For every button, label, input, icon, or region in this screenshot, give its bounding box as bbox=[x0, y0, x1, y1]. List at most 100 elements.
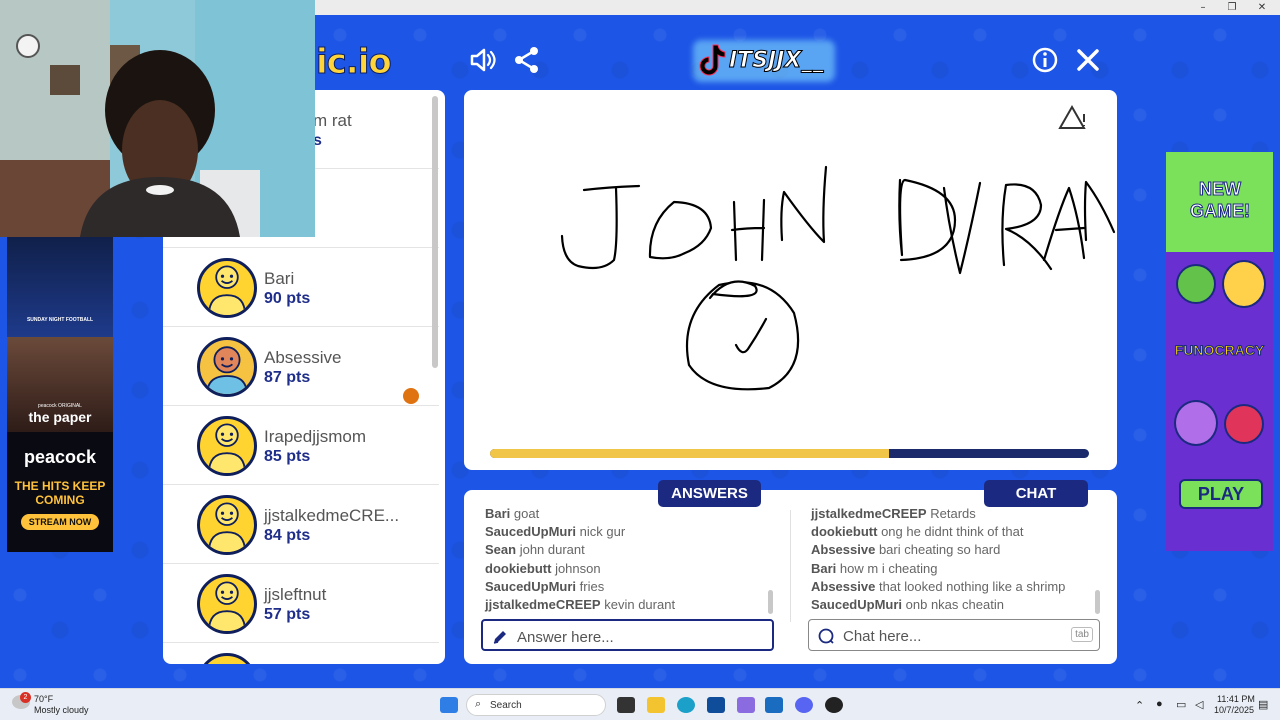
sound-icon[interactable] bbox=[468, 45, 498, 75]
microphone-icon[interactable]: ● bbox=[1156, 698, 1163, 710]
ad-brand: FUNOCRACY bbox=[1174, 342, 1265, 359]
chat-message: SaucedUpMuri onb nkas cheatin bbox=[811, 596, 1096, 614]
chat-field[interactable]: tab bbox=[808, 619, 1100, 651]
chat-message: Bari how m i cheating bbox=[811, 560, 1096, 578]
message-user: dookiebutt bbox=[485, 560, 552, 576]
drawing-indicator bbox=[403, 388, 419, 404]
chat-scrollbar[interactable] bbox=[1095, 590, 1100, 614]
message-user: Sean bbox=[485, 542, 517, 558]
tab-answers[interactable]: ANSWERS bbox=[658, 480, 761, 507]
chat-message: Absessive that looked nothing like a shr… bbox=[811, 578, 1096, 596]
volume-icon[interactable]: ◁ bbox=[1195, 698, 1203, 711]
player-name: Bari bbox=[264, 269, 295, 288]
store-icon[interactable] bbox=[765, 697, 783, 713]
ad-brand-small: SUNDAY NIGHT FOOTBALL bbox=[26, 317, 94, 323]
angry-face-icon bbox=[1224, 404, 1264, 444]
taskbar-search[interactable]: ⌕ Search bbox=[466, 694, 606, 716]
message-text: nick gur bbox=[579, 524, 626, 540]
start-icon[interactable] bbox=[440, 697, 458, 713]
message-user: SaucedUpMuri bbox=[811, 597, 903, 613]
player-row[interactable] bbox=[163, 643, 439, 664]
player-points: 90 pts bbox=[264, 290, 311, 307]
ad-cta-button[interactable]: STREAM NOW bbox=[21, 514, 99, 530]
message-user: jjstalkedmeCREEP bbox=[811, 506, 927, 521]
message-text: bari cheating so hard bbox=[878, 542, 1001, 558]
obs-icon[interactable] bbox=[825, 697, 843, 713]
player-name: jjstalkedmeCRE... bbox=[264, 506, 400, 525]
drawing-canvas[interactable] bbox=[464, 90, 1117, 470]
message-text: john durant bbox=[519, 542, 585, 558]
close-window-icon[interactable]: ✕ bbox=[1247, 0, 1277, 15]
player-avatar bbox=[197, 337, 257, 397]
message-user: Bari bbox=[485, 506, 511, 521]
message-user: Absessive bbox=[811, 542, 876, 558]
monster-icon bbox=[1174, 400, 1218, 446]
player-avatar bbox=[197, 258, 257, 318]
player-row[interactable]: Bari 90 pts bbox=[163, 248, 439, 327]
report-icon bbox=[1058, 104, 1086, 129]
ad-tagline: THE HITS KEEP COMING bbox=[14, 479, 106, 507]
close-icon[interactable] bbox=[1073, 45, 1103, 75]
ad-show-title: the paper bbox=[28, 409, 92, 425]
app-icon[interactable] bbox=[707, 697, 725, 713]
chat-bubble-icon bbox=[818, 628, 834, 644]
message-text: johnson bbox=[555, 560, 601, 576]
minimize-icon[interactable]: – bbox=[1188, 0, 1218, 15]
maximize-icon[interactable]: ❐ bbox=[1217, 0, 1247, 15]
notification-icon[interactable]: ▤ bbox=[1258, 698, 1268, 711]
discord-icon[interactable] bbox=[795, 697, 813, 713]
player-points: 57 pts bbox=[264, 606, 311, 623]
chat-message: Absessive bari cheating so hard bbox=[811, 541, 1096, 559]
network-icon[interactable]: ▭ bbox=[1176, 698, 1186, 711]
player-avatar bbox=[197, 416, 257, 476]
player-avatar bbox=[197, 653, 257, 664]
info-icon[interactable] bbox=[1030, 45, 1060, 75]
file-explorer-icon[interactable] bbox=[647, 697, 665, 713]
answers-list: Bari goat SaucedUpMuri nick gur Sean joh… bbox=[485, 505, 770, 614]
players-scrollbar[interactable] bbox=[432, 96, 438, 368]
search-icon: ⌕ bbox=[475, 698, 482, 710]
chevron-up-icon[interactable]: ⌃ bbox=[1135, 699, 1144, 712]
player-row[interactable]: Absessive 87 pts bbox=[163, 327, 439, 406]
left-ad[interactable]: SUNDAY NIGHT FOOTBALL peacock ORIGINAL t… bbox=[7, 237, 113, 552]
ad-play-button[interactable]: PLAY bbox=[1179, 479, 1263, 509]
edge-icon[interactable] bbox=[677, 697, 695, 713]
message-text: how m i cheating bbox=[839, 560, 938, 576]
round-timer-bar bbox=[490, 449, 1089, 458]
player-row[interactable]: jjstalkedmeCRE... 84 pts bbox=[163, 485, 439, 564]
message-text: onb nkas cheatin bbox=[905, 597, 1004, 613]
share-icon[interactable] bbox=[512, 45, 542, 75]
player-name: Irapedjjsmom bbox=[264, 427, 367, 446]
chat-input[interactable] bbox=[843, 624, 1053, 648]
thumbs-up-icon bbox=[1176, 264, 1216, 304]
clock-date[interactable]: 10/7/2025 bbox=[1214, 705, 1254, 715]
message-text: that looked nothing like a shrimp bbox=[878, 578, 1066, 594]
webcam-overlay bbox=[0, 0, 315, 237]
message-text: goat bbox=[513, 506, 540, 521]
answer-input[interactable] bbox=[517, 625, 727, 649]
message-user: SaucedUpMuri bbox=[485, 578, 577, 594]
answer-message: Bari goat bbox=[485, 505, 770, 523]
message-text: fries bbox=[579, 578, 605, 594]
message-user: dookiebutt bbox=[811, 524, 878, 540]
answers-scrollbar[interactable] bbox=[768, 590, 773, 614]
player-row[interactable]: jjsleftnut 57 pts bbox=[163, 564, 439, 643]
player-row[interactable]: Irapedjjsmom 85 pts bbox=[163, 406, 439, 485]
clock-time[interactable]: 11:41 PM bbox=[1217, 694, 1255, 704]
streamer-tag: ITSJJX__ bbox=[693, 40, 835, 82]
message-user: jjstalkedmeCREEP bbox=[485, 597, 601, 613]
tab-chat[interactable]: CHAT bbox=[984, 480, 1088, 507]
answer-message: Sean john durant bbox=[485, 541, 770, 559]
streamer-handle: ITSJJX__ bbox=[728, 48, 824, 74]
answer-message: SaucedUpMuri fries bbox=[485, 578, 770, 596]
answer-field[interactable] bbox=[481, 619, 774, 651]
app-icon[interactable] bbox=[737, 697, 755, 713]
task-view-icon[interactable] bbox=[617, 697, 635, 713]
weather-badge: 2 bbox=[20, 692, 31, 703]
player-avatar bbox=[197, 574, 257, 634]
game-logo: ic.io bbox=[316, 42, 393, 83]
answer-message: dookiebutt johnson bbox=[485, 560, 770, 578]
temperature: 70°F bbox=[34, 694, 54, 704]
taskbar: 2 70°F Mostly cloudy ⌕ Search ⌃ ● ▭ ◁ 11… bbox=[0, 688, 1280, 720]
right-ad[interactable]: NEW GAME! FUNOCRACY PLAY bbox=[1166, 152, 1273, 551]
